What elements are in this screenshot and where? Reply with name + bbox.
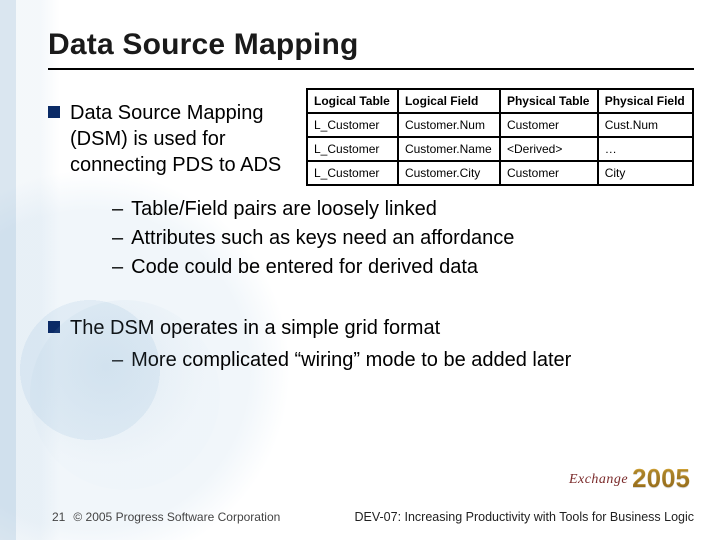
main-bullet-block-1: Data Source Mapping (DSM) is used for co… (48, 100, 292, 178)
sub-bullet-text: Code could be entered for derived data (131, 254, 478, 281)
dash-icon: – (112, 225, 123, 252)
mapping-table-wrap: Logical Table Logical Field Physical Tab… (306, 100, 694, 186)
cell: L_Customer (307, 161, 398, 185)
table-header-row: Logical Table Logical Field Physical Tab… (307, 89, 693, 113)
col-header: Logical Field (398, 89, 500, 113)
page-number: 21 (52, 510, 65, 524)
mapping-table: Logical Table Logical Field Physical Tab… (306, 88, 694, 186)
col-header: Logical Table (307, 89, 398, 113)
cell: Customer.City (398, 161, 500, 185)
col-header: Physical Table (500, 89, 598, 113)
sub-bullet-item: – Table/Field pairs are loosely linked (112, 196, 694, 223)
sub-bullet-item: – More complicated “wiring” mode to be a… (112, 347, 694, 374)
table-row: L_Customer Customer.Num Customer Cust.Nu… (307, 113, 693, 137)
dash-icon: – (112, 254, 123, 281)
exchange-logo: Exchange 2005 (569, 463, 690, 494)
cell: Cust.Num (598, 113, 693, 137)
sub-bullet-item: – Code could be entered for derived data (112, 254, 694, 281)
slide-title: Data Source Mapping (48, 28, 694, 70)
bullet-text: The DSM operates in a simple grid format (70, 315, 440, 341)
sub-bullet-list-1: – Table/Field pairs are loosely linked –… (112, 196, 694, 281)
session-title: DEV-07: Increasing Productivity with Too… (354, 510, 694, 524)
sub-bullet-text: Table/Field pairs are loosely linked (131, 196, 437, 223)
logo-year-text: 2005 (632, 463, 690, 494)
dash-icon: – (112, 347, 123, 374)
sub-bullet-list-2: – More complicated “wiring” mode to be a… (112, 347, 694, 374)
sub-bullet-item: – Attributes such as keys need an afford… (112, 225, 694, 252)
cell: … (598, 137, 693, 161)
cell: Customer.Name (398, 137, 500, 161)
square-bullet-icon (48, 106, 60, 118)
square-bullet-icon (48, 321, 60, 333)
cell: Customer.Num (398, 113, 500, 137)
table-row: L_Customer Customer.Name <Derived> … (307, 137, 693, 161)
sub-bullet-text: More complicated “wiring” mode to be add… (131, 347, 571, 374)
logo-brand-text: Exchange (569, 472, 628, 488)
cell: L_Customer (307, 113, 398, 137)
dash-icon: – (112, 196, 123, 223)
cell: City (598, 161, 693, 185)
content-row: Data Source Mapping (DSM) is used for co… (48, 100, 694, 186)
cell: Customer (500, 113, 598, 137)
bullet-text: Data Source Mapping (DSM) is used for co… (70, 100, 292, 178)
bullet-item: Data Source Mapping (DSM) is used for co… (48, 100, 292, 178)
slide: { "title": "Data Source Mapping", "main_… (0, 0, 720, 540)
copyright-text: © 2005 Progress Software Corporation (73, 510, 280, 524)
main-bullet-block-2: The DSM operates in a simple grid format (48, 315, 694, 341)
sub-bullet-text: Attributes such as keys need an affordan… (131, 225, 514, 252)
cell: <Derived> (500, 137, 598, 161)
cell: Customer (500, 161, 598, 185)
cell: L_Customer (307, 137, 398, 161)
col-header: Physical Field (598, 89, 693, 113)
table-row: L_Customer Customer.City Customer City (307, 161, 693, 185)
footer: 21 © 2005 Progress Software Corporation … (0, 510, 720, 524)
